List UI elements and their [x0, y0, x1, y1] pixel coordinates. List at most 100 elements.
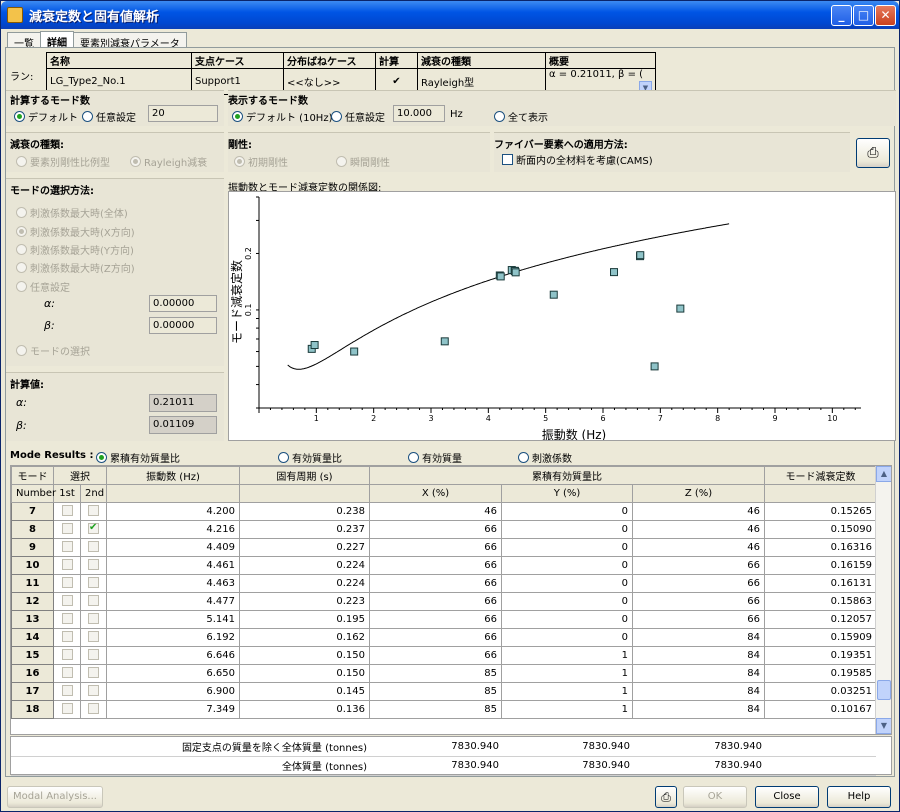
x-tick-label: 8: [715, 414, 720, 423]
title-bar[interactable]: 減衰定数と固有値解析 _ □ ✕: [1, 1, 899, 29]
mode-sel-z-radio[interactable]: 刺激係数最大時(Z方向): [16, 260, 135, 275]
select-2nd-checkbox[interactable]: [80, 574, 107, 593]
x-tick-label: 6: [600, 414, 605, 423]
calc-modes-default-radio[interactable]: デフォルト: [14, 109, 78, 124]
disp-modes-input[interactable]: 10.000: [393, 105, 445, 122]
cell-frequency: 4.200: [106, 502, 240, 521]
cell-period: 0.238: [239, 502, 370, 521]
table-row[interactable]: 7 4.200 0.238 46 0 46 0.15265: [11, 502, 878, 521]
checkbox-box: [88, 558, 99, 570]
stiffness-initial-radio[interactable]: 初期剛性: [234, 154, 288, 169]
print-icon[interactable]: ⎙: [655, 786, 677, 808]
select-2nd-checkbox[interactable]: [80, 646, 107, 665]
grid-scrollbar[interactable]: ▲ ▼: [875, 466, 891, 734]
select-1st-checkbox[interactable]: [53, 610, 81, 629]
cell-z: 66: [631, 574, 766, 593]
table-row[interactable]: 15 6.646 0.150 66 1 84 0.19351: [11, 646, 878, 665]
damping-kind-element-radio[interactable]: 要素別剛性比例型: [16, 154, 110, 169]
select-1st-checkbox[interactable]: [53, 574, 81, 593]
damping-kind-rayleigh-radio[interactable]: Rayleigh減衰: [130, 154, 207, 169]
select-2nd-checkbox[interactable]: [80, 592, 107, 611]
select-1st-checkbox[interactable]: [53, 592, 81, 611]
checkbox-box: [88, 630, 99, 642]
select-1st-checkbox[interactable]: [53, 556, 81, 575]
select-1st-checkbox[interactable]: [53, 682, 81, 701]
select-1st-checkbox[interactable]: [53, 700, 81, 719]
checkbox-box: [61, 540, 73, 552]
tab-list[interactable]: 一覧: [7, 32, 41, 50]
help-button[interactable]: Help: [827, 786, 891, 808]
h-2nd: 2nd: [80, 484, 107, 503]
close-button[interactable]: Close: [755, 786, 819, 808]
report-icon[interactable]: ⎙: [856, 138, 890, 168]
cell-frequency: 4.461: [106, 556, 240, 575]
checkbox-box: [88, 666, 99, 678]
cell-damping: 0.15909: [764, 628, 878, 647]
opt-eff-mass-ratio-radio[interactable]: 有効質量比: [278, 450, 342, 465]
calc-values-title: 計算値:: [10, 380, 44, 391]
calc-modes-custom-radio[interactable]: 任意設定: [82, 109, 136, 124]
select-2nd-checkbox[interactable]: [80, 664, 107, 683]
table-row[interactable]: 11 4.463 0.224 66 0 66 0.16131: [11, 574, 878, 593]
table-row[interactable]: 10 4.461 0.224 66 0 66 0.16159: [11, 556, 878, 575]
mode-sel-y-radio[interactable]: 刺激係数最大時(Y方向): [16, 242, 134, 257]
fiber-title: ファイバー要素への適用方法:: [494, 140, 628, 151]
tab-detail[interactable]: 詳細: [40, 31, 74, 49]
select-2nd-checkbox[interactable]: [80, 610, 107, 629]
table-row[interactable]: 16 6.650 0.150 85 1 84 0.19585: [11, 664, 878, 683]
select-2nd-checkbox[interactable]: [80, 628, 107, 647]
sum2-z: 7830.940: [634, 756, 766, 776]
table-row[interactable]: 13 5.141 0.195 66 0 66 0.12057: [11, 610, 878, 629]
app-icon: [7, 7, 23, 23]
select-1st-checkbox[interactable]: [53, 502, 81, 521]
mode-sel-x-radio[interactable]: 刺激係数最大時(X方向): [16, 224, 135, 239]
mode-sel-manual-radio[interactable]: モードの選択: [16, 343, 90, 358]
opt-cum-mass-radio[interactable]: 累積有効質量比: [96, 450, 180, 465]
tab-element-damping[interactable]: 要素別減衰パラメータ: [73, 32, 187, 50]
table-row[interactable]: 8 4.2160.237660460.15090: [11, 520, 878, 539]
select-2nd-checkbox[interactable]: [80, 520, 107, 539]
row-mode-number: 16: [11, 664, 54, 683]
fiber-cams-checkbox[interactable]: 断面内の全材料を考慮(CAMS): [502, 152, 653, 167]
calc-modes-input[interactable]: 20: [148, 105, 218, 122]
mode-sel-beta-input[interactable]: 0.00000: [149, 317, 217, 334]
select-1st-checkbox[interactable]: [53, 664, 81, 683]
ok-button[interactable]: OK: [683, 786, 747, 808]
mode-sel-alpha-input[interactable]: 0.00000: [149, 295, 217, 312]
cell-frequency: 6.646: [106, 646, 240, 665]
disp-modes-all-radio[interactable]: 全て表示: [494, 109, 548, 124]
checkbox-box: [61, 522, 73, 534]
modal-analysis-button[interactable]: Modal Analysis...: [7, 786, 103, 808]
table-row[interactable]: 12 4.477 0.223 66 0 66 0.15863: [11, 592, 878, 611]
table-row[interactable]: 17 6.900 0.145 85 1 84 0.03251: [11, 682, 878, 701]
scroll-up-icon[interactable]: ▲: [876, 466, 891, 482]
select-2nd-checkbox[interactable]: [80, 502, 107, 521]
scroll-thumb[interactable]: [877, 680, 891, 700]
table-row[interactable]: 14 6.192 0.162 66 0 84 0.15909: [11, 628, 878, 647]
row-mode-number: 17: [11, 682, 54, 701]
table-row[interactable]: 9 4.409 0.227 66 0 46 0.16316: [11, 538, 878, 557]
cell-y: 0: [501, 502, 633, 521]
mode-sel-total-radio[interactable]: 刺激係数最大時(全体): [16, 205, 128, 220]
select-1st-checkbox[interactable]: [53, 520, 81, 539]
maximize-button[interactable]: □: [853, 5, 874, 26]
table-row[interactable]: 18 7.349 0.136 85 1 84 0.10167: [11, 700, 878, 719]
opt-eff-mass-radio[interactable]: 有効質量: [408, 450, 462, 465]
select-2nd-checkbox[interactable]: [80, 682, 107, 701]
minimize-button[interactable]: _: [831, 5, 852, 26]
select-2nd-checkbox[interactable]: [80, 700, 107, 719]
close-window-button[interactable]: ✕: [875, 5, 896, 26]
stiffness-instant-radio[interactable]: 瞬間剛性: [336, 154, 390, 169]
disp-modes-default-radio[interactable]: デフォルト (10Hz): [232, 109, 332, 124]
cell-frequency: 5.141: [106, 610, 240, 629]
select-2nd-checkbox[interactable]: [80, 556, 107, 575]
mode-sel-custom-radio[interactable]: 任意設定: [16, 279, 70, 294]
scroll-down-icon[interactable]: ▼: [876, 718, 891, 734]
disp-modes-custom-radio[interactable]: 任意設定: [331, 109, 385, 124]
select-1st-checkbox[interactable]: [53, 538, 81, 557]
select-1st-checkbox[interactable]: [53, 646, 81, 665]
select-2nd-checkbox[interactable]: [80, 538, 107, 557]
data-point: [650, 362, 659, 371]
opt-participation-radio[interactable]: 刺激係数: [518, 450, 572, 465]
select-1st-checkbox[interactable]: [53, 628, 81, 647]
